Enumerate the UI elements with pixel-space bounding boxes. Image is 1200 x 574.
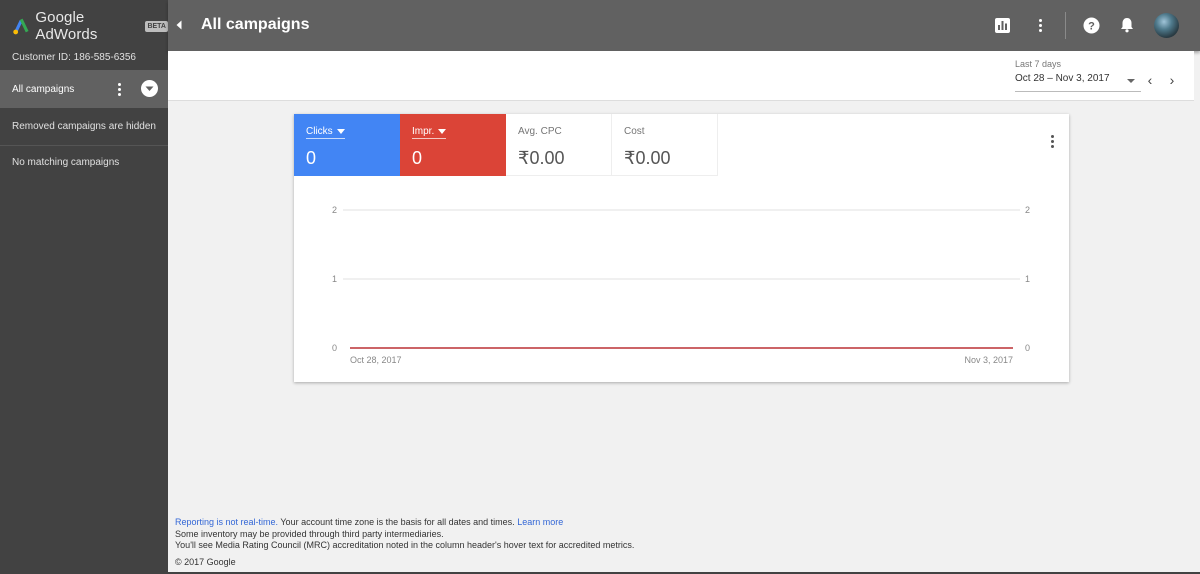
reports-icon[interactable] — [991, 14, 1013, 36]
date-range-select[interactable]: Oct 28 – Nov 3, 2017 — [1015, 72, 1141, 92]
sidebar-item-all-campaigns[interactable]: All campaigns — [0, 70, 168, 108]
date-range-bar: Last 7 days Oct 28 – Nov 3, 2017 ‹ › — [168, 51, 1194, 101]
help-icon[interactable]: ? — [1080, 14, 1102, 36]
removed-campaigns-note: Removed campaigns are hidden — [12, 121, 156, 132]
line-chart: 0 0 1 1 2 2 Oct 28, 2017 Nov 3, 2017 — [332, 205, 1030, 365]
metric-label: Impr. — [412, 126, 435, 137]
metric-label: Avg. CPC — [518, 126, 562, 137]
y-tick-label-right: 2 — [1025, 205, 1030, 215]
learn-more-link[interactable]: Learn more — [517, 517, 563, 527]
footer-line-1: Reporting is not real-time. Your account… — [175, 517, 634, 529]
dropdown-arrow-icon — [336, 129, 345, 134]
previous-period-icon[interactable]: ‹ — [1143, 72, 1157, 88]
sidebar: Google AdWords BETA Customer ID: 186-585… — [0, 0, 168, 574]
x-tick-label: Nov 3, 2017 — [964, 355, 1013, 365]
metric-value: 0 — [412, 148, 423, 168]
performance-chart-card: Clicks 0 Impr. 0 Avg. CPC ₹0.00 Cost ₹0.… — [294, 114, 1069, 382]
x-tick-label: Oct 28, 2017 — [350, 355, 402, 365]
metric-selector-clicks[interactable]: Clicks — [306, 126, 345, 139]
copyright: © 2017 Google — [175, 557, 236, 567]
date-range-label: Last 7 days — [1015, 59, 1062, 69]
footer-notes: Reporting is not real-time. Your account… — [175, 517, 634, 552]
y-tick-label-right: 0 — [1025, 343, 1030, 353]
metric-label: Clicks — [306, 126, 333, 137]
y-tick-label-left: 0 — [332, 343, 337, 353]
customer-id: Customer ID: 186-585-6356 — [12, 52, 136, 63]
divider — [1065, 12, 1066, 39]
reporting-link[interactable]: Reporting is not real-time. — [175, 517, 278, 527]
metric-tile-cost[interactable]: Cost ₹0.00 — [612, 114, 718, 176]
y-tick-label-right: 1 — [1025, 274, 1030, 284]
page-title: All campaigns — [201, 16, 310, 33]
more-vert-icon[interactable] — [112, 81, 126, 97]
brand[interactable]: Google AdWords BETA — [12, 9, 168, 43]
sidebar-item-label: All campaigns — [12, 83, 75, 95]
avatar[interactable] — [1154, 13, 1179, 38]
next-period-icon[interactable]: › — [1165, 72, 1179, 88]
dropdown-arrow-icon — [1127, 79, 1135, 83]
no-matching-campaigns-note: No matching campaigns — [12, 157, 120, 168]
metric-value: ₹0.00 — [624, 148, 671, 168]
metric-tile-clicks[interactable]: Clicks 0 — [294, 114, 400, 176]
footer-text: Your account time zone is the basis for … — [278, 517, 518, 527]
brand-name: Google AdWords — [35, 9, 98, 43]
metric-label: Cost — [624, 126, 645, 137]
svg-text:?: ? — [1088, 20, 1095, 32]
top-bar: All campaigns ? — [168, 0, 1200, 51]
metric-tile-impressions[interactable]: Impr. 0 — [400, 114, 506, 176]
beta-badge: BETA — [145, 20, 168, 32]
dropdown-arrow-icon — [438, 129, 447, 134]
metric-tile-avg-cpc[interactable]: Avg. CPC ₹0.00 — [506, 114, 612, 176]
divider — [0, 145, 168, 146]
notifications-icon[interactable] — [1116, 14, 1138, 36]
y-tick-label-left: 1 — [332, 274, 337, 284]
metric-selector-impressions[interactable]: Impr. — [412, 126, 447, 139]
y-tick-label-left: 2 — [332, 205, 337, 215]
chevron-down-icon[interactable] — [141, 80, 158, 97]
collapse-sidebar-icon[interactable] — [172, 18, 186, 32]
metric-value: 0 — [306, 148, 317, 168]
adwords-logo-icon — [13, 18, 29, 35]
date-range-value: Oct 28 – Nov 3, 2017 — [1015, 73, 1110, 84]
footer-line-2: Some inventory may be provided through t… — [175, 528, 444, 539]
more-vert-icon[interactable] — [1046, 133, 1058, 149]
footer-line-3: You'll see Media Rating Council (MRC) ac… — [175, 540, 635, 550]
metric-value: ₹0.00 — [518, 148, 565, 168]
more-vert-icon[interactable] — [1029, 14, 1051, 36]
